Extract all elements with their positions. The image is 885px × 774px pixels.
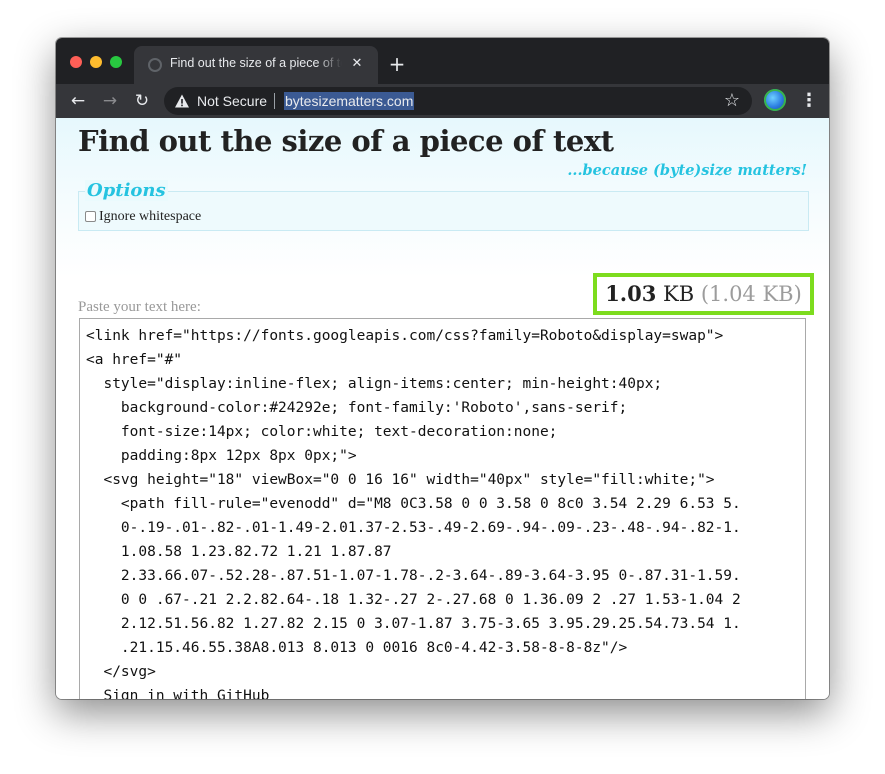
star-icon[interactable]: ☆ — [722, 91, 742, 111]
favicon-icon — [148, 58, 162, 72]
page-title: Find out the size of a piece of text — [78, 124, 614, 158]
tab-strip: Find out the size of a piece of text ✕ + — [56, 38, 829, 84]
url-text[interactable]: bytesizematters.com — [284, 92, 415, 110]
address-bar[interactable]: Not Secure bytesizematters.com ☆ — [164, 87, 752, 115]
forward-icon[interactable]: → — [98, 89, 122, 113]
reload-icon[interactable]: ↻ — [130, 89, 154, 113]
back-icon[interactable]: ← — [66, 89, 90, 113]
window-close-button[interactable] — [70, 56, 82, 68]
size-alt-value: (1.04 KB) — [700, 282, 802, 306]
menu-icon[interactable]: ⋮ — [800, 90, 818, 112]
size-result: 1.03 KB (1.04 KB) — [593, 273, 814, 315]
text-input[interactable]: <link href="https://fonts.googleapis.com… — [79, 318, 806, 699]
paste-label: Paste your text here: — [78, 299, 201, 315]
window-minimize-button[interactable] — [90, 56, 102, 68]
options-legend: Options — [85, 180, 168, 201]
omnibox-divider — [274, 93, 275, 109]
browser-window: Find out the size of a piece of text ✕ +… — [56, 38, 829, 699]
size-value: 1.03 — [605, 281, 657, 306]
tagline: ...because (byte)size matters! — [567, 162, 807, 179]
security-indicator[interactable]: Not Secure — [197, 93, 267, 109]
new-tab-button[interactable]: + — [386, 53, 408, 75]
warning-icon — [175, 94, 189, 108]
browser-tab[interactable]: Find out the size of a piece of text ✕ — [134, 46, 378, 84]
tab-title: Find out the size of a piece of text — [170, 56, 342, 70]
profile-avatar[interactable] — [764, 89, 786, 111]
browser-toolbar: ← → ↻ Not Secure bytesizematters.com ☆ ⋮ — [56, 84, 829, 118]
page-content: Find out the size of a piece of text ...… — [56, 118, 829, 699]
window-maximize-button[interactable] — [110, 56, 122, 68]
close-icon[interactable]: ✕ — [348, 55, 366, 73]
ignore-whitespace-checkbox[interactable] — [85, 211, 96, 222]
options-panel: Options Ignore whitespace — [78, 180, 809, 231]
ignore-whitespace-label[interactable]: Ignore whitespace — [99, 209, 201, 225]
size-unit: KB — [663, 282, 695, 306]
